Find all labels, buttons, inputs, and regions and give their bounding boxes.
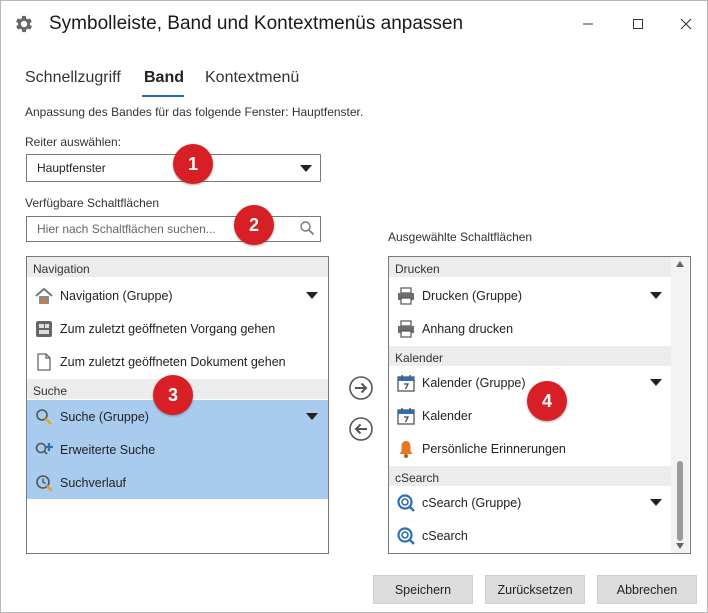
group-header-csearch: cSearch [389, 466, 672, 486]
printer-icon [398, 320, 414, 338]
chevron-down-icon [300, 165, 312, 172]
list-item-anhang-drucken[interactable]: Anhang drucken [389, 312, 672, 345]
title-bar: Symbolleiste, Band und Kontextmenüs anpa… [1, 1, 707, 47]
close-button[interactable] [671, 9, 701, 39]
chevron-down-icon[interactable] [650, 379, 662, 386]
printer-icon [398, 287, 414, 305]
bell-icon [399, 441, 413, 458]
navigation-home-icon [35, 287, 53, 304]
chevron-down-icon[interactable] [650, 499, 662, 506]
tab-select-label: Reiter auswählen: [25, 135, 122, 149]
available-buttons-label: Verfügbare Schaltflächen [25, 196, 160, 210]
move-right-arrow-icon[interactable] [348, 375, 374, 401]
list-item-navigation-gruppe[interactable]: Navigation (Gruppe) [27, 279, 328, 312]
scrollbar-thumb[interactable] [677, 461, 683, 541]
item-label: Kalender (Gruppe) [422, 376, 526, 390]
item-label: Drucken (Gruppe) [422, 289, 523, 303]
group-header-navigation: Navigation [27, 257, 328, 277]
list-item-letzter-vorgang[interactable]: Zum zuletzt geöffneten Vorgang gehen [27, 312, 328, 345]
item-label: Erweiterte Suche [60, 443, 156, 457]
search-icon[interactable] [299, 220, 315, 236]
selected-list-scrollbar[interactable] [671, 257, 689, 553]
gear-icon [16, 15, 32, 33]
item-label: Suchverlauf [60, 476, 127, 490]
chevron-down-icon[interactable] [306, 413, 318, 420]
scroll-down-arrow-icon[interactable] [676, 543, 684, 549]
list-item-drucken-gruppe[interactable]: Drucken (Gruppe) [389, 279, 672, 312]
chevron-down-icon[interactable] [306, 292, 318, 299]
maximize-button[interactable] [623, 9, 653, 39]
item-label: Persönliche Erinnerungen [422, 442, 566, 456]
chevron-down-icon[interactable] [650, 292, 662, 299]
item-label: Navigation (Gruppe) [60, 289, 173, 303]
calendar-icon [397, 375, 415, 392]
item-label: Kalender [422, 409, 473, 423]
list-item-suchverlauf[interactable]: Suchverlauf [27, 466, 328, 499]
csearch-icon [397, 527, 415, 545]
reset-button[interactable]: Zurücksetzen [485, 575, 585, 604]
description-text: Anpassung des Bandes für das folgende Fe… [25, 105, 364, 119]
minimize-button[interactable] [573, 9, 603, 39]
group-header-drucken: Drucken [389, 257, 672, 277]
tab-kontextmenue[interactable]: Kontextmenü [205, 69, 299, 87]
recent-process-icon [36, 321, 52, 337]
scroll-up-arrow-icon[interactable] [676, 261, 684, 267]
search-icon [36, 409, 52, 425]
search-input[interactable] [26, 216, 321, 242]
selected-buttons-label: Ausgewählte Schaltflächen [388, 230, 533, 244]
search-history-icon [36, 475, 53, 492]
tab-schnellzugriff[interactable]: Schnellzugriff [25, 69, 121, 87]
cancel-button[interactable]: Abbrechen [597, 575, 697, 604]
list-item-letztes-dokument[interactable]: Zum zuletzt geöffneten Dokument gehen [27, 345, 328, 378]
advanced-search-icon [35, 442, 53, 455]
item-label: cSearch (Gruppe) [422, 496, 522, 510]
csearch-icon [397, 494, 415, 512]
item-label: Zum zuletzt geöffneten Dokument gehen [60, 355, 286, 369]
step-badge-1: 1 [173, 144, 213, 184]
move-left-arrow-icon[interactable] [348, 416, 374, 442]
list-item-erinnerungen[interactable]: Persönliche Erinnerungen [389, 432, 672, 465]
close-icon [680, 18, 692, 30]
document-icon [37, 353, 51, 371]
minimize-icon [583, 23, 593, 25]
customize-dialog: Symbolleiste, Band und Kontextmenüs anpa… [0, 0, 708, 613]
tab-select-value: Hauptfenster [37, 161, 106, 175]
list-item-csearch-gruppe[interactable]: cSearch (Gruppe) [389, 486, 672, 519]
step-badge-3: 3 [153, 375, 193, 415]
list-item-csearch[interactable]: cSearch [389, 519, 672, 552]
tab-band[interactable]: Band [144, 69, 184, 87]
item-label: Suche (Gruppe) [60, 410, 149, 424]
maximize-icon [633, 19, 643, 29]
item-label: cSearch [422, 529, 468, 543]
list-item-erweiterte-suche[interactable]: Erweiterte Suche [27, 433, 328, 466]
step-badge-2: 2 [234, 205, 274, 245]
item-label: Anhang drucken [422, 322, 514, 336]
step-badge-4: 4 [527, 381, 567, 421]
group-header-kalender: Kalender [389, 346, 672, 366]
active-tab-indicator [142, 95, 184, 97]
calendar-icon [397, 408, 415, 425]
save-button[interactable]: Speichern [373, 575, 473, 604]
item-label: Zum zuletzt geöffneten Vorgang gehen [60, 322, 276, 336]
window-title: Symbolleiste, Band und Kontextmenüs anpa… [49, 13, 464, 34]
